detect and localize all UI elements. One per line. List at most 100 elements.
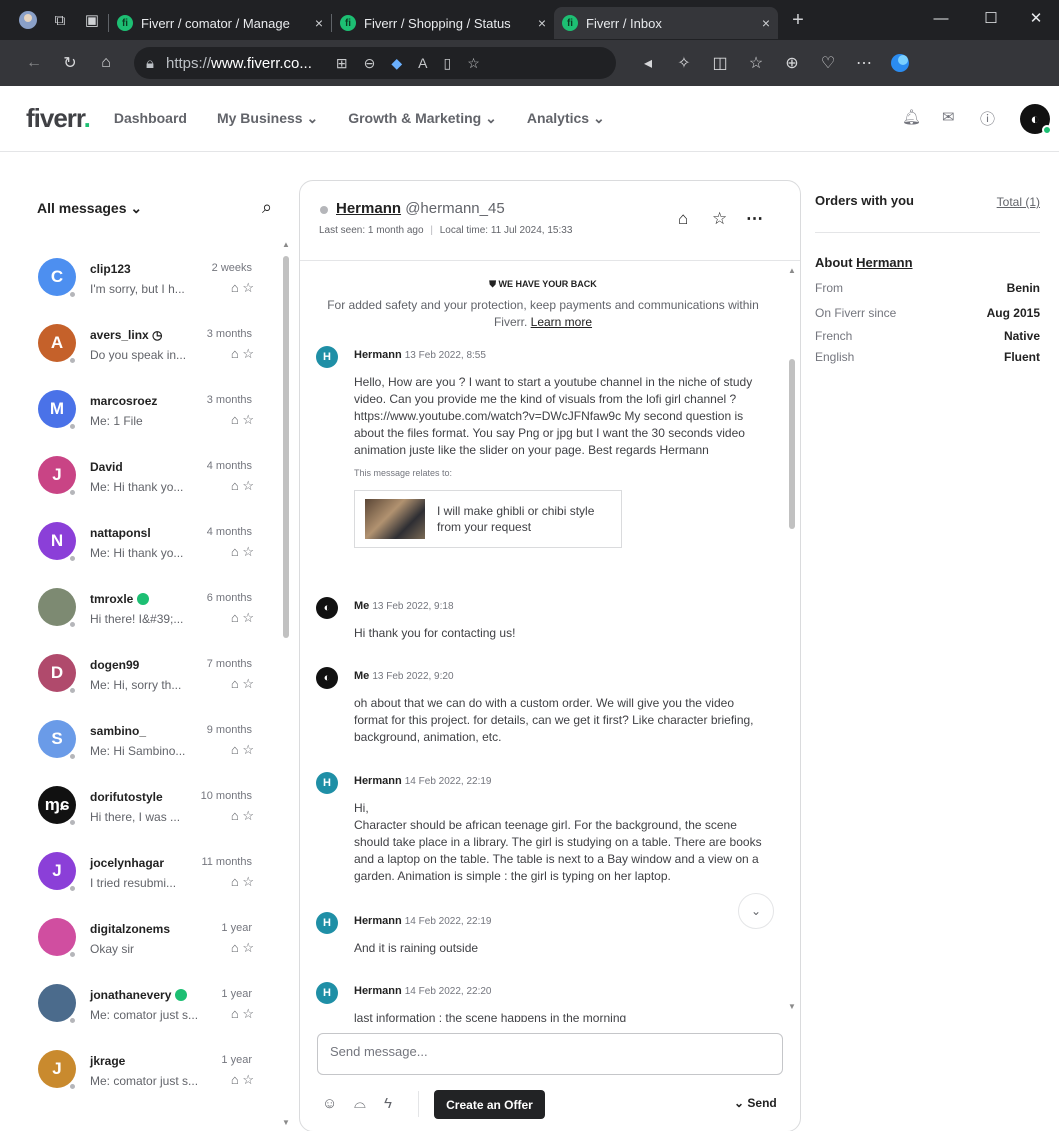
scroll-to-bottom-button[interactable]: ⌄ [738,893,774,929]
star-icon[interactable]: ☆ [242,676,254,691]
immersive-reader-icon[interactable]: ▯ [443,55,451,72]
nav-analytics[interactable]: Analytics ⌄ [527,110,605,127]
create-offer-button[interactable]: Create an Offer [434,1090,545,1119]
extensions-icon[interactable]: ✧ [666,46,702,80]
star-icon[interactable]: ☆ [242,1006,254,1021]
mark-read-icon[interactable]: ⌂ [231,874,239,889]
maximize-button[interactable]: ☐ [968,0,1014,36]
star-icon[interactable]: ☆ [242,610,254,625]
nav-growth-marketing[interactable]: Growth & Marketing ⌄ [348,110,497,127]
mark-read-icon[interactable]: ⌂ [231,280,239,295]
learn-more-link[interactable]: Learn more [531,315,592,329]
nav-dashboard[interactable]: Dashboard [114,110,187,127]
scroll-down-arrow-icon[interactable]: ▼ [282,1118,290,1127]
zoom-icon[interactable]: ⊖ [364,55,376,72]
mark-read-icon[interactable]: ⌂ [231,610,239,625]
more-options-icon[interactable]: ⋯ [746,209,763,229]
window-close-button[interactable]: ✕ [1013,0,1059,36]
media-control-icon[interactable]: ◂ [630,46,666,80]
workspaces-icon[interactable]: ⧉ [44,4,76,36]
favorite-star-icon[interactable]: ☆ [467,55,480,72]
messages-filter-dropdown[interactable]: All messages ⌄ [37,200,142,217]
refresh-icon[interactable]: ↻ [52,46,88,80]
star-icon[interactable]: ☆ [242,280,254,295]
emoji-icon[interactable]: ☺ [322,1095,337,1112]
browser-essentials-icon[interactable]: ♡ [810,46,846,80]
attachment-icon[interactable]: ⌓ [354,1095,366,1112]
mark-read-icon[interactable]: ⌂ [231,940,239,955]
orders-total-link[interactable]: Total (1) [997,195,1040,209]
mark-read-icon[interactable]: ⌂ [231,808,239,823]
scroll-up-arrow-icon[interactable]: ▲ [788,266,796,275]
conversation-item[interactable]: Ddogen99 7 months Me: Hi, sorry th... ⌂ ☆ [32,648,262,714]
nav-my-business[interactable]: My Business ⌄ [217,110,318,127]
conversation-item[interactable]: J David 4 months Me: Hi thank yo... ⌂ ☆ [32,450,262,516]
mark-read-icon[interactable]: ⌂ [231,742,239,757]
conversation-item[interactable]: jonathanevery 1 year Me: comator just s...… [32,978,262,1044]
sender-avatar[interactable]: H [316,982,338,1004]
help-icon[interactable]: ⓘ [980,108,995,129]
app-available-icon[interactable]: ⊞ [336,55,348,72]
conversation-item[interactable]: Cclip123 2 weeks I'm sorry, but I h... ⌂ ☆ [32,252,262,318]
address-bar[interactable]: 🔒︎ https://www.fiverr.co... ⊞ ⊖ ◆ A ▯ ☆ [134,47,616,79]
user-avatar[interactable]: ◐ [1020,104,1052,135]
new-tab-button[interactable]: + [782,4,814,36]
label-tag-icon[interactable]: ⌂ [678,209,688,229]
star-icon[interactable]: ☆ [242,544,254,559]
conversation-item[interactable]: Nnattaponsl 4 months Me: Hi thank yo... ⌂ ☆ [32,516,262,582]
mark-read-icon[interactable]: ⌂ [231,676,239,691]
message-input[interactable]: Send message... [317,1033,783,1075]
conversation-item[interactable]: Ssambino_ 9 months Me: Hi Sambino... ⌂ ☆ [32,714,262,780]
scroll-down-arrow-icon[interactable]: ▼ [788,1002,796,1011]
search-icon[interactable]: ⌕ [262,197,272,218]
copilot-icon[interactable] [882,46,918,80]
conversation-item[interactable]: Jjocelynhagar 11 months I tried resubmi...… [32,846,262,912]
split-screen-icon[interactable]: ◫ [702,46,738,80]
bell-icon[interactable]: 🔔︎ [902,108,921,126]
conversation-item[interactable]: ɱɕ dorifutostyle 10 months Hi there, I was … [32,780,262,846]
send-button[interactable]: ⌄ Send [734,1096,777,1110]
read-aloud-icon[interactable]: A [418,55,427,71]
star-icon[interactable]: ☆ [242,874,254,889]
contact-name-link[interactable]: Hermann [336,200,401,217]
star-icon[interactable]: ☆ [242,808,254,823]
back-icon[interactable]: ← [16,46,52,80]
sender-avatar[interactable]: H [316,912,338,934]
tab-close-icon[interactable]: × [538,15,546,31]
star-icon[interactable]: ☆ [712,209,727,229]
sender-avatar[interactable]: ◐ [316,597,338,619]
tab-close-icon[interactable]: × [315,15,323,31]
sender-avatar[interactable]: H [316,346,338,368]
star-icon[interactable]: ☆ [242,1072,254,1087]
tab-manage[interactable]: fi Fiverr / comator / Manage × [109,7,331,39]
conversation-item[interactable]: Mmarcosroez 3 months Me: 1 File ⌂ ☆ [32,384,262,450]
conversation-list-scrollbar[interactable] [283,256,289,638]
tab-inbox[interactable]: fi Fiverr / Inbox × [554,7,778,39]
star-icon[interactable]: ☆ [242,940,254,955]
envelope-icon[interactable]: ✉︎ [942,108,955,126]
tab-close-icon[interactable]: × [762,15,770,31]
collections-icon[interactable]: ⊕ [774,46,810,80]
mark-read-icon[interactable]: ⌂ [231,1006,239,1021]
conversation-item[interactable]: Aavers_linx ◷ 3 months Do you speak in... ⌂… [32,318,262,384]
mark-read-icon[interactable]: ⌂ [231,544,239,559]
star-icon[interactable]: ☆ [242,346,254,361]
sender-avatar[interactable]: ◐ [316,667,338,689]
about-name-link[interactable]: Hermann [856,255,912,270]
quick-response-icon[interactable]: ϟ [384,1095,392,1112]
thread-scrollbar[interactable] [789,359,795,529]
mark-read-icon[interactable]: ⌂ [231,478,239,493]
more-menu-icon[interactable]: ⋯ [846,46,882,80]
lock-icon[interactable]: 🔒︎ [146,55,154,72]
coupon-tag-icon[interactable]: ◆ [391,55,402,72]
minimize-button[interactable]: — [918,0,964,36]
fiverr-logo[interactable]: fiverr. [26,103,91,134]
mark-read-icon[interactable]: ⌂ [231,346,239,361]
scroll-up-arrow-icon[interactable]: ▲ [282,240,290,249]
conversation-item[interactable]: tmroxle 6 months Hi there! I&#39;... ⌂ ☆ [32,582,262,648]
vertical-tabs-icon[interactable]: ▣ [76,4,108,36]
tab-shopping-status[interactable]: fi Fiverr / Shopping / Status × [332,7,554,39]
star-icon[interactable]: ☆ [242,478,254,493]
conversation-item[interactable]: digitalzonems 1 year Okay sir ⌂ ☆ [32,912,262,978]
conversation-item[interactable]: Jjkrage 1 year Me: comator just s... ⌂ ☆ [32,1044,262,1110]
